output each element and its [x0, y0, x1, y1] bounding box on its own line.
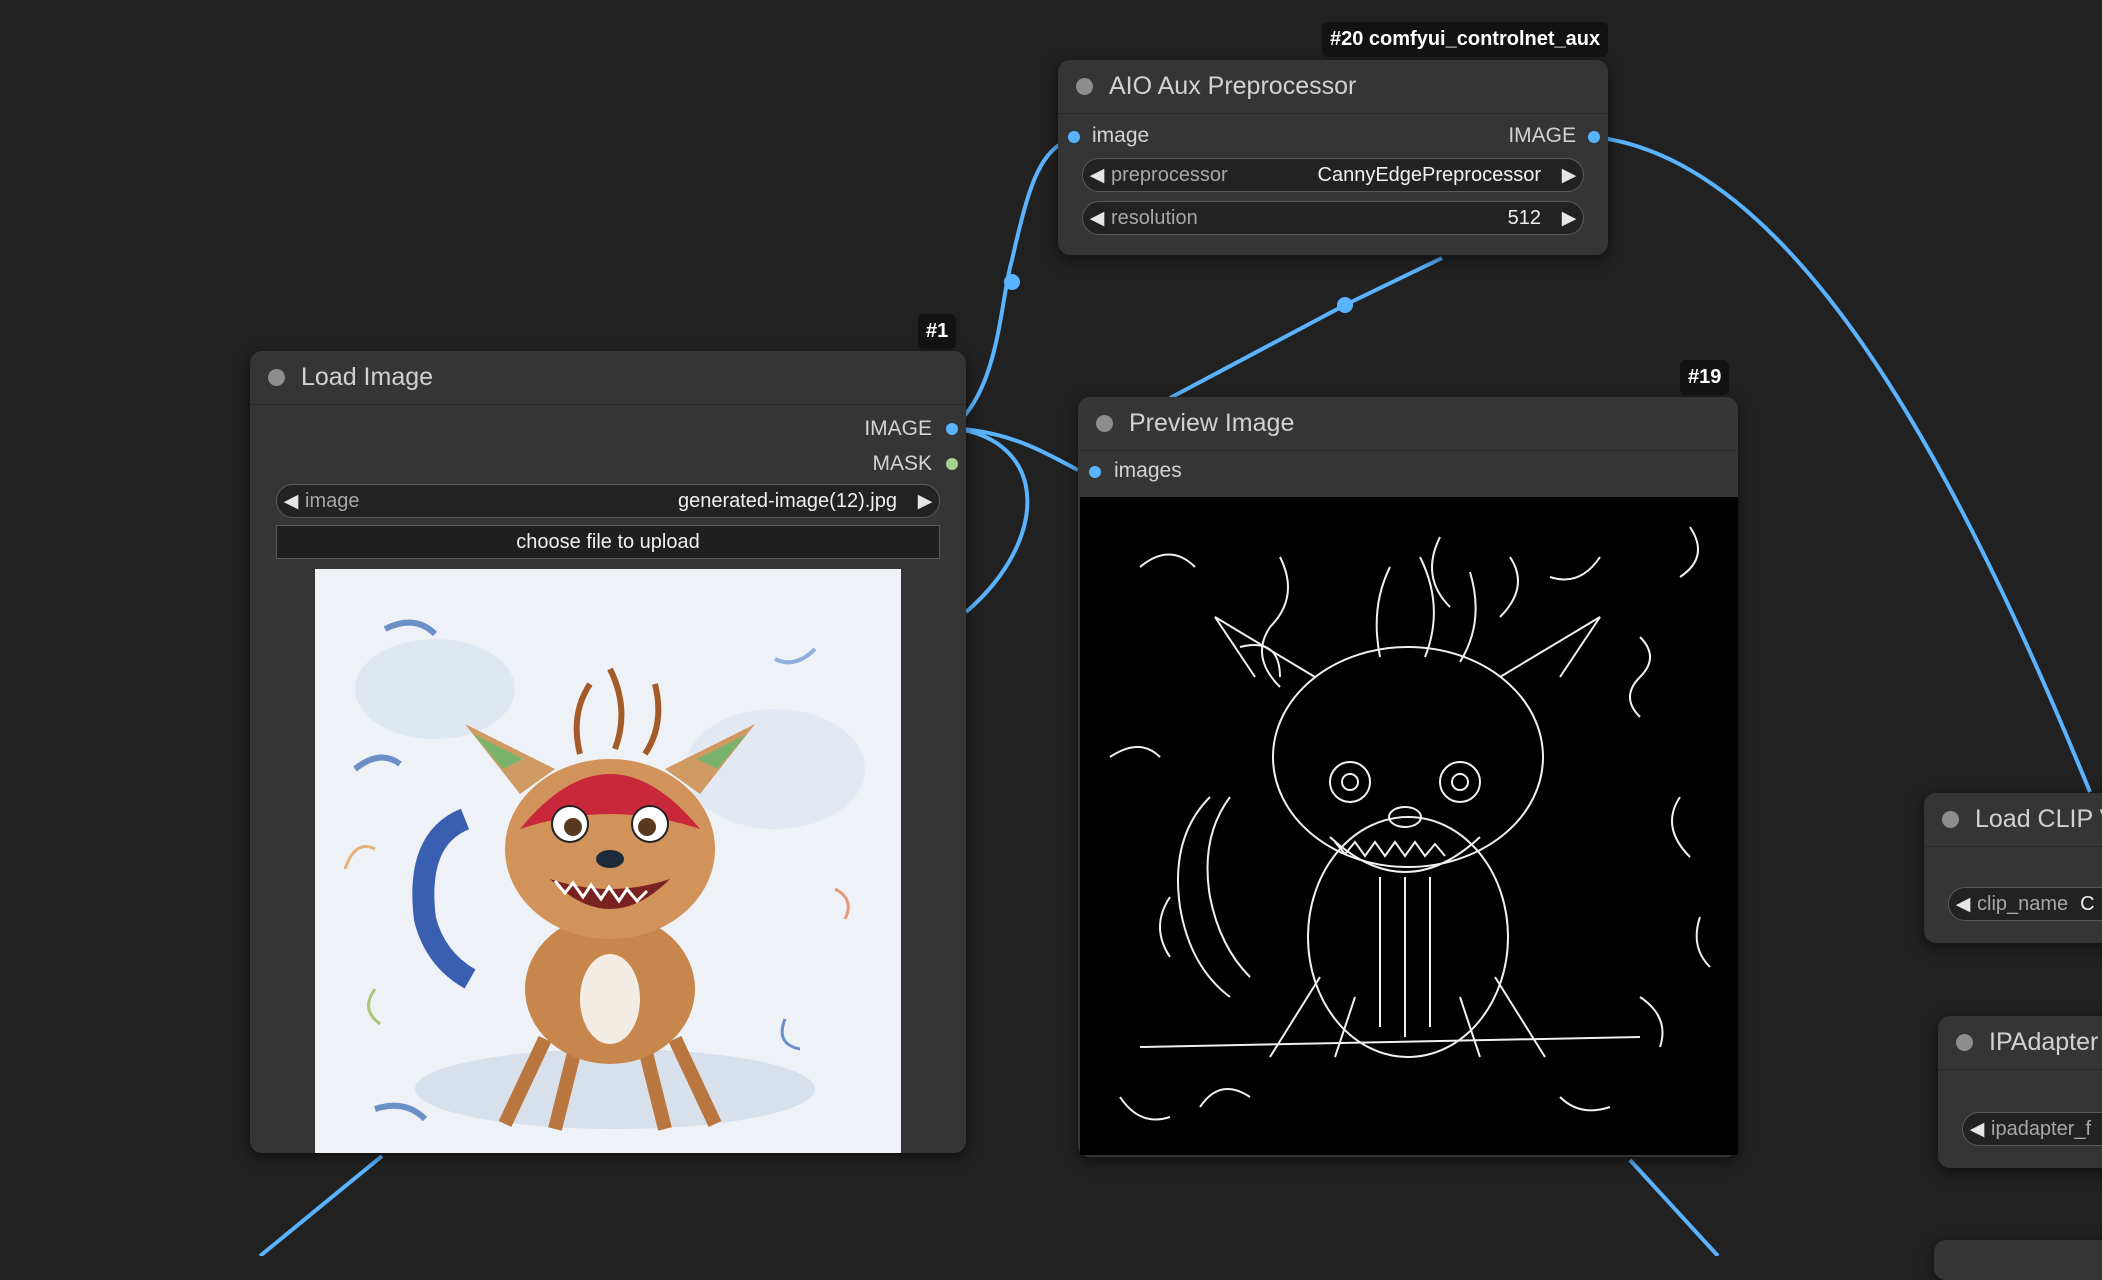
widget-value: CannyEdgePreprocessor [1317, 163, 1541, 186]
resolution-stepper[interactable]: ◀ resolution 512 ▶ [1082, 201, 1584, 235]
increment-arrow-icon[interactable]: ▶ [1555, 164, 1583, 187]
image-input-label: image [1092, 124, 1150, 147]
reroute-dot-2[interactable] [1337, 297, 1353, 313]
wire-load-to-aio [950, 135, 1075, 430]
decrement-arrow-icon[interactable]: ◀ [1963, 1118, 1991, 1141]
widget-label: resolution [1111, 206, 1198, 229]
node-header[interactable]: Preview Image [1078, 397, 1738, 451]
wire-load-to-preview [951, 426, 1079, 472]
image-output-label: IMAGE [864, 417, 932, 440]
node-title: IPAdapter [1989, 1028, 2099, 1056]
node-id-badge: #19 [1680, 360, 1730, 395]
preprocessor-combo[interactable]: ◀ preprocessor CannyEdgePreprocessor ▶ [1082, 158, 1584, 192]
aio-aux-preprocessor-node[interactable]: AIO Aux Preprocessor image IMAGE ◀ prepr… [1058, 60, 1608, 255]
preview-image-node[interactable]: Preview Image images [1078, 397, 1738, 1157]
decrement-arrow-icon[interactable]: ◀ [1083, 164, 1111, 187]
image-input-dot[interactable] [1068, 131, 1080, 143]
mask-output-label: MASK [872, 452, 932, 475]
node-id-badge: #20 comfyui_controlnet_aux [1322, 22, 1609, 57]
edge-map-illustration [1080, 497, 1738, 1155]
node-status-dot[interactable] [268, 369, 285, 386]
node-status-dot[interactable] [1096, 415, 1113, 432]
image-output-dot[interactable] [946, 423, 958, 435]
images-input-dot[interactable] [1089, 466, 1101, 478]
ipadapter-file-combo[interactable]: ◀ ipadapter_f [1962, 1112, 2102, 1146]
widget-value: 512 [1507, 206, 1541, 229]
widget-label: image [305, 489, 360, 512]
loaded-image-preview [315, 569, 901, 1153]
load-clip-vision-node[interactable]: Load CLIP V ◀ clip_name C [1924, 793, 2102, 943]
node-status-dot[interactable] [1956, 1034, 1973, 1051]
image-file-combo[interactable]: ◀ image generated-image(12).jpg ▶ [276, 484, 940, 518]
node-header[interactable]: AIO Aux Preprocessor [1058, 60, 1608, 114]
node-status-dot[interactable] [1942, 811, 1959, 828]
node-title: AIO Aux Preprocessor [1109, 72, 1357, 100]
load-image-node[interactable]: Load Image IMAGE MASK ◀ image generated-… [250, 351, 966, 1153]
node-title: Load CLIP V [1975, 805, 2102, 833]
widget-label: clip_name [1977, 892, 2069, 915]
widget-label: preprocessor [1111, 163, 1228, 186]
clip-name-combo[interactable]: ◀ clip_name C [1948, 887, 2102, 921]
node-id-badge: #1 [918, 314, 957, 349]
partial-node-bottom[interactable] [1934, 1240, 2102, 1280]
widget-value: generated-image(12).jpg [677, 489, 897, 512]
node-title: Preview Image [1129, 409, 1295, 437]
canny-edge-preview [1080, 497, 1738, 1155]
node-header[interactable]: Load CLIP V [1924, 793, 2102, 847]
wire-bottom-right [1628, 1158, 1720, 1256]
widget-value: C [2080, 892, 2095, 915]
choose-file-upload-button[interactable]: choose file to upload [276, 525, 940, 559]
node-header[interactable]: Load Image [250, 351, 966, 405]
ipadapter-node[interactable]: IPAdapter ◀ ipadapter_f [1938, 1016, 2102, 1168]
images-input-label: images [1114, 459, 1182, 482]
mask-output-dot[interactable] [946, 458, 958, 470]
decrement-arrow-icon[interactable]: ◀ [277, 490, 305, 513]
reroute-dot-1[interactable] [1004, 274, 1020, 290]
increment-arrow-icon[interactable]: ▶ [911, 490, 939, 513]
node-header[interactable]: IPAdapter [1938, 1016, 2102, 1070]
node-status-dot[interactable] [1076, 78, 1093, 95]
node-title: Load Image [301, 363, 434, 391]
decrement-arrow-icon[interactable]: ◀ [1083, 207, 1111, 230]
increment-arrow-icon[interactable]: ▶ [1555, 207, 1583, 230]
image-output-dot[interactable] [1588, 131, 1600, 143]
wire-bottom-left [258, 1154, 384, 1256]
decrement-arrow-icon[interactable]: ◀ [1949, 893, 1977, 916]
image-output-label: IMAGE [1508, 124, 1576, 147]
wire-aio-to-preview [1169, 256, 1443, 400]
widget-label: ipadapter_f [1991, 1117, 2092, 1140]
creature-illustration [315, 569, 901, 1153]
